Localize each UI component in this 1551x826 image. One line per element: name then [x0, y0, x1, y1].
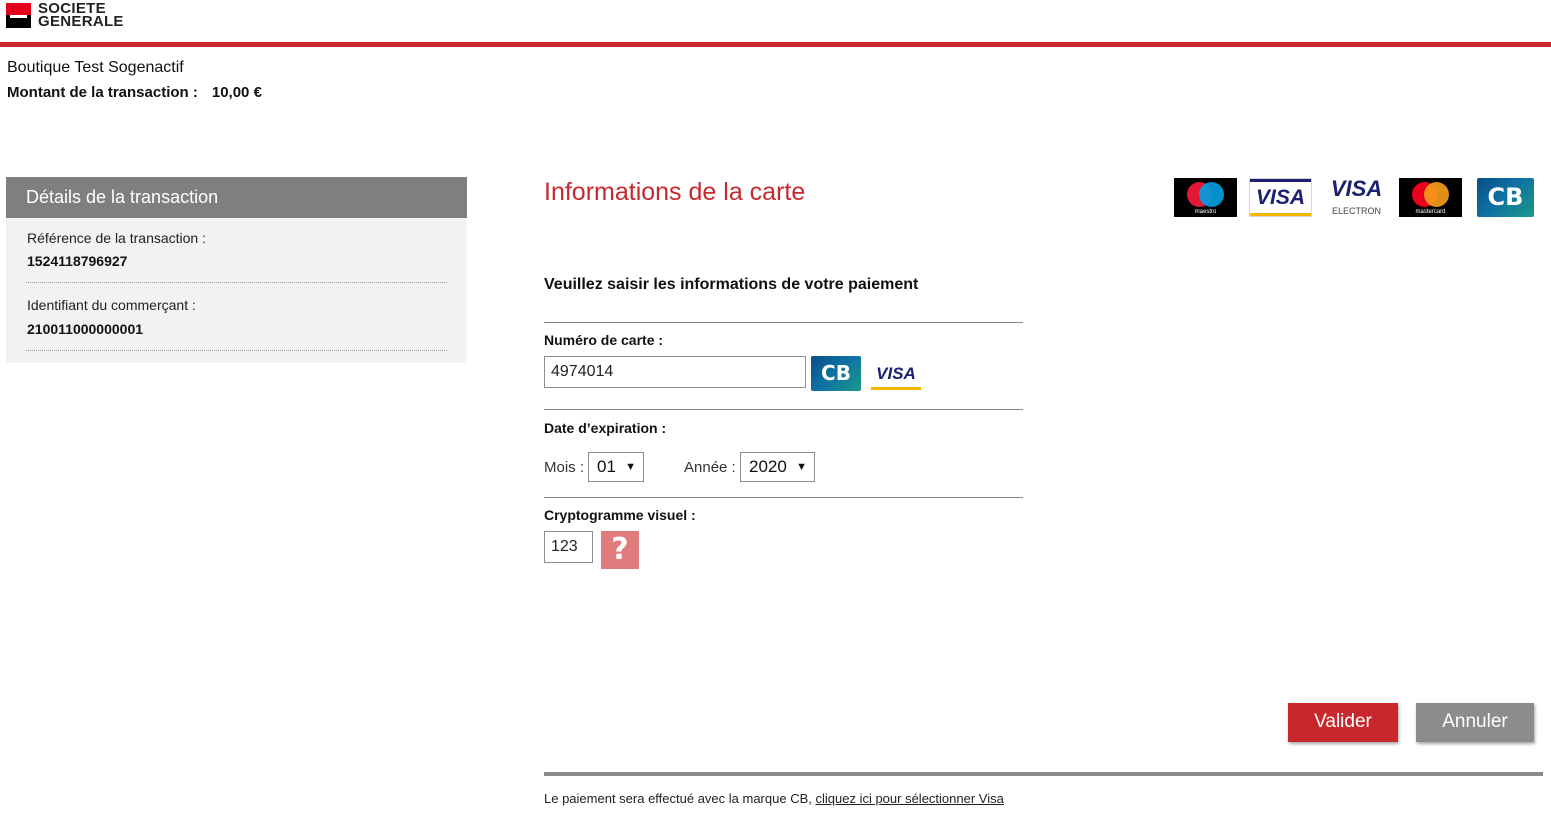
- merchant-id-label: Identifiant du commerçant :: [27, 297, 196, 313]
- month-label: Mois :: [544, 459, 585, 476]
- cb-logo-icon: CB: [1477, 178, 1534, 217]
- visa-electron-logo-icon: VISA ELECTRON: [1330, 176, 1383, 216]
- year-value: 2020: [749, 457, 787, 476]
- amount-value: 10,00 €: [211, 84, 262, 101]
- card-number-input[interactable]: 4974014: [544, 356, 806, 388]
- year-select[interactable]: 2020 ▼: [740, 452, 815, 482]
- header-divider: [0, 42, 1551, 47]
- transaction-details-title: Détails de la transaction: [6, 177, 467, 218]
- reference-label: Référence de la transaction :: [27, 230, 206, 246]
- maestro-logo-icon: maestro: [1174, 178, 1237, 217]
- cvv-help-icon[interactable]: ?: [601, 531, 639, 569]
- details-divider: [26, 350, 447, 351]
- details-divider: [26, 282, 447, 283]
- amount-label: Montant de la transaction :: [7, 84, 198, 101]
- visa-brand-select-icon[interactable]: VISA: [871, 358, 921, 390]
- payment-instructions: Veuillez saisir les informations de votr…: [544, 276, 919, 293]
- reference-value: 1524118796927: [27, 253, 128, 269]
- brand-mark-icon: [6, 3, 31, 28]
- select-visa-link[interactable]: cliquez ici pour sélectionner Visa: [815, 791, 1003, 806]
- month-value: 01: [597, 457, 616, 476]
- footer-note: Le paiement sera effectué avec la marque…: [544, 791, 1004, 806]
- cvv-input[interactable]: 123: [544, 531, 593, 563]
- shop-name: Boutique Test Sogenactif: [7, 59, 184, 76]
- cvv-label: Cryptogramme visuel :: [544, 507, 696, 523]
- form-divider: [544, 409, 1023, 410]
- brand-logo-text: SOCIETE GENERALE: [38, 0, 124, 30]
- form-divider: [544, 497, 1023, 498]
- visa-logo-icon: VISA: [1249, 178, 1312, 217]
- cb-brand-select-icon[interactable]: CB: [811, 356, 861, 391]
- footer-text: Le paiement sera effectué avec la marque…: [544, 791, 812, 806]
- card-info-title: Informations de la carte: [544, 178, 806, 206]
- footer-divider: [544, 772, 1543, 776]
- month-select[interactable]: 01 ▼: [588, 452, 644, 482]
- form-divider: [544, 322, 1023, 323]
- amount-row: Montant de la transaction : 10,00 €: [7, 84, 262, 101]
- expiry-date-label: Date d’expiration :: [544, 420, 667, 436]
- year-label: Année :: [684, 459, 736, 476]
- cancel-button[interactable]: Annuler: [1416, 703, 1534, 742]
- dropdown-arrow-icon: ▼: [796, 461, 807, 473]
- card-number-label: Numéro de carte :: [544, 332, 664, 348]
- mastercard-logo-icon: mastercard: [1399, 178, 1462, 217]
- validate-button[interactable]: Valider: [1288, 703, 1398, 742]
- merchant-id-value: 210011000000001: [27, 321, 144, 337]
- dropdown-arrow-icon: ▼: [625, 461, 636, 473]
